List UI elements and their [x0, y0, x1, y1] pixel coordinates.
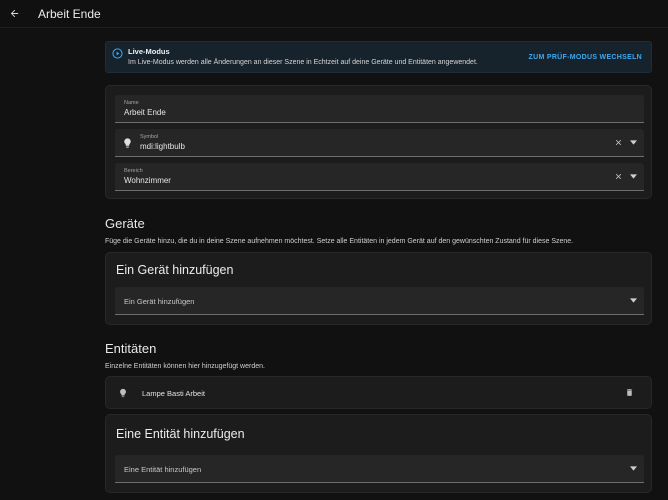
- icon-field[interactable]: Symbol mdi:lightbulb: [115, 129, 644, 157]
- add-device-card-title: Ein Gerät hinzufügen: [116, 263, 234, 277]
- name-field-label: Name: [124, 100, 139, 106]
- switch-to-review-mode-button[interactable]: ZUM PRÜF-MODUS WECHSELN: [529, 54, 642, 61]
- devices-section-description: Füge die Geräte hinzu, die du in deine S…: [105, 238, 574, 245]
- chevron-down-icon[interactable]: [630, 174, 637, 179]
- add-entity-placeholder: Eine Entität hinzufügen: [124, 465, 202, 474]
- add-entity-card-title: Eine Entität hinzufügen: [116, 427, 245, 441]
- icon-field-value: mdi:lightbulb: [140, 142, 185, 151]
- entities-section-title: Entitäten: [105, 341, 157, 356]
- live-mode-title: Live-Modus: [128, 47, 170, 56]
- chevron-down-icon: [630, 466, 637, 471]
- area-field[interactable]: Bereich Wohnzimmer: [115, 163, 644, 191]
- add-entity-card: Eine Entität hinzufügen Eine Entität hin…: [105, 414, 652, 493]
- top-app-bar: Arbeit Ende: [0, 0, 668, 28]
- page-title: Arbeit Ende: [38, 6, 101, 21]
- add-entity-select[interactable]: Eine Entität hinzufügen: [115, 455, 644, 483]
- clear-icon[interactable]: [614, 172, 623, 181]
- icon-field-label: Symbol: [140, 134, 159, 140]
- back-button[interactable]: [0, 0, 28, 28]
- clear-icon[interactable]: [614, 138, 623, 147]
- add-device-placeholder: Ein Gerät hinzufügen: [124, 297, 195, 306]
- trash-icon[interactable]: [625, 387, 634, 398]
- scene-settings-card: Name Arbeit Ende Symbol mdi:lightbulb Be…: [105, 85, 652, 199]
- arrow-left-icon: [10, 9, 18, 18]
- devices-section-title: Geräte: [105, 216, 145, 231]
- area-field-label: Bereich: [124, 168, 143, 174]
- live-mode-description: Im Live-Modus werden alle Änderungen an …: [128, 59, 478, 66]
- entity-row[interactable]: Lampe Basti Arbeit: [105, 376, 652, 409]
- name-field[interactable]: Name Arbeit Ende: [115, 95, 644, 123]
- live-mode-banner: Live-Modus Im Live-Modus werden alle Änd…: [105, 41, 652, 73]
- chevron-down-icon: [630, 298, 637, 303]
- lightbulb-icon: [120, 388, 126, 398]
- lightbulb-icon: [124, 138, 131, 148]
- name-field-value: Arbeit Ende: [124, 108, 166, 117]
- play-circle-icon: [112, 48, 123, 59]
- entities-section-description: Einzelne Entitäten können hier hinzugefü…: [105, 363, 265, 370]
- add-device-select[interactable]: Ein Gerät hinzufügen: [115, 287, 644, 315]
- chevron-down-icon[interactable]: [630, 140, 637, 145]
- add-device-card: Ein Gerät hinzufügen Ein Gerät hinzufüge…: [105, 252, 652, 325]
- entity-name: Lampe Basti Arbeit: [142, 389, 205, 398]
- area-field-value: Wohnzimmer: [124, 176, 171, 185]
